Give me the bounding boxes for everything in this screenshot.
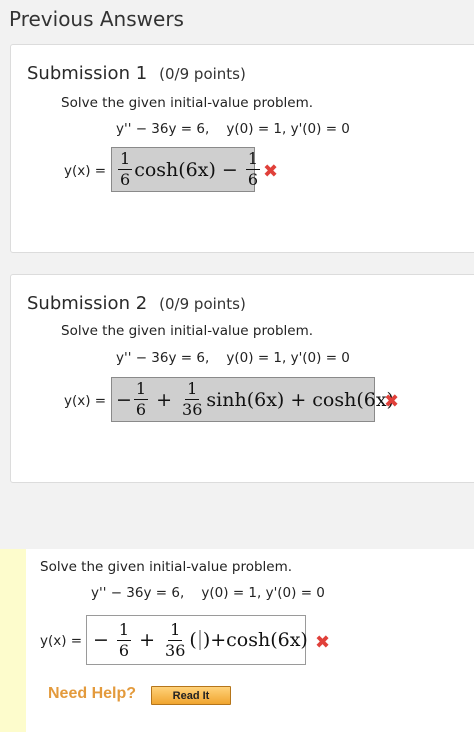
submission-header: Submission 2 (0/9 points) [27, 293, 246, 314]
submission-points: (0/9 points) [159, 65, 246, 83]
answer-term: sinh(6x) [206, 388, 285, 411]
fraction: 1 36 [182, 379, 203, 419]
answer-term: cosh(6x) [312, 388, 394, 411]
answer-label: y(x) = [64, 163, 107, 179]
answer-operator: + [139, 629, 156, 651]
fraction: 16 [245, 149, 260, 189]
wrong-x-icon: ✖ [315, 632, 331, 653]
fraction: 1 36 [165, 619, 186, 660]
problem-prompt: Solve the given initial-value problem. [40, 559, 293, 575]
answer-term: )+cosh(6x) [202, 629, 308, 651]
problem-equation: y'' − 36y = 6, y(0) = 1, y'(0) = 0 [116, 121, 350, 137]
problem-equation: y'' − 36y = 6, y(0) = 1, y'(0) = 0 [116, 350, 350, 366]
answer-operator: − [221, 158, 238, 181]
answer-operator: + [290, 388, 307, 411]
wrong-x-icon: ✖ [384, 391, 400, 412]
answer-input[interactable]: − 16 + 1 36 ( )+cosh(6x) [86, 615, 308, 665]
need-help-label: Need Help? [48, 685, 137, 702]
empty-slot[interactable] [198, 630, 201, 650]
current-attempt-section: Solve the given initial-value problem. y… [0, 549, 474, 732]
submission-points: (0/9 points) [159, 295, 246, 313]
problem-prompt: Solve the given initial-value problem. [61, 323, 314, 339]
fraction: 16 [116, 619, 132, 660]
answer-operator: − [93, 629, 109, 651]
submitted-answer: − 16 + 1 36 sinh(6x) + cosh(6x) [111, 377, 394, 422]
read-it-button[interactable]: Read It [151, 686, 231, 705]
fraction: 16 [133, 379, 149, 419]
previous-answers-section: Previous Answers Submission 1 (0/9 points… [0, 0, 474, 548]
answer-label: y(x) = [64, 393, 107, 409]
problem-equation: y'' − 36y = 6, y(0) = 1, y'(0) = 0 [91, 585, 325, 601]
wrong-x-icon: ✖ [263, 161, 279, 182]
submission-card-1: Submission 1 (0/9 points) Solve the given… [10, 44, 474, 253]
problem-prompt: Solve the given initial-value problem. [61, 95, 314, 111]
submission-title: Submission 1 [27, 63, 148, 84]
fraction: 16 [118, 149, 133, 189]
page-title: Previous Answers [9, 7, 184, 31]
submission-title: Submission 2 [27, 293, 148, 314]
highlight-bar [0, 549, 26, 732]
answer-label: y(x) = [40, 633, 83, 649]
paren-open: ( [189, 629, 197, 651]
answer-term: cosh(6x) [134, 158, 216, 181]
answer-operator: + [156, 388, 173, 411]
submission-card-2: Submission 2 (0/9 points) Solve the given… [10, 274, 474, 483]
submission-header: Submission 1 (0/9 points) [27, 63, 246, 84]
submitted-answer: 16 cosh(6x) − 16 [111, 147, 260, 192]
answer-operator: − [116, 388, 132, 411]
